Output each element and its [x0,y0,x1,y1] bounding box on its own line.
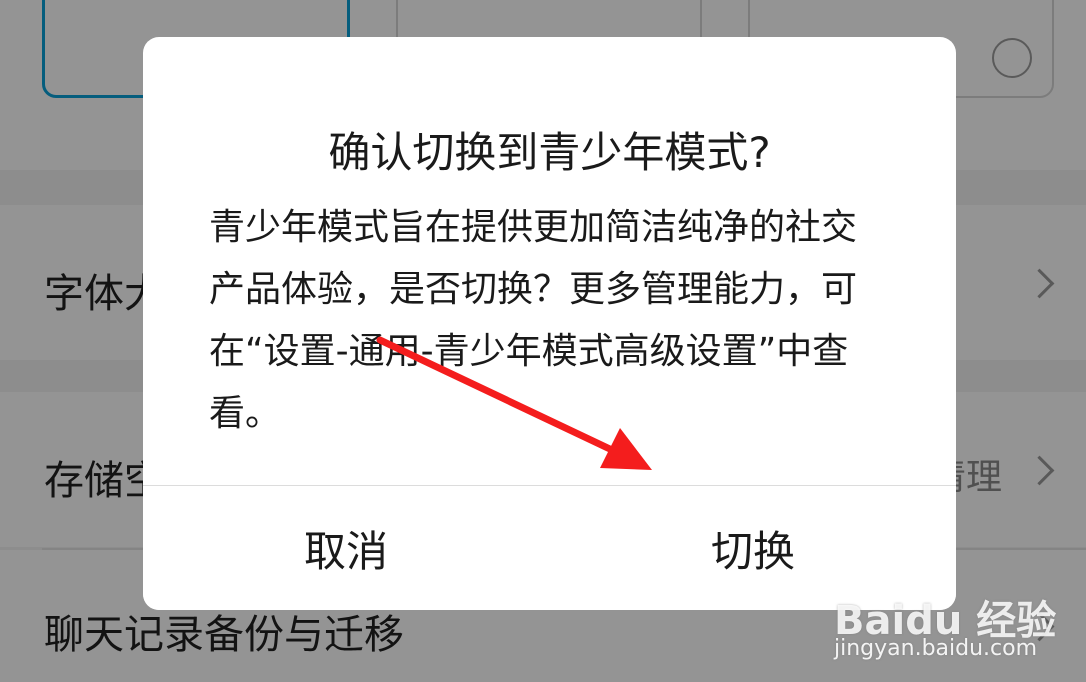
confirm-dialog: 确认切换到青少年模式? 青少年模式旨在提供更加简洁纯净的社交产品体验，是否切换？… [143,37,956,610]
baidu-watermark: Baidu 经验 jingyan.baidu.com [834,560,1074,670]
cancel-button[interactable]: 取消 [143,486,549,610]
dialog-message: 青少年模式旨在提供更加简洁纯净的社交产品体验，是否切换？更多管理能力，可在“设置… [209,207,858,434]
dialog-title: 确认切换到青少年模式? [328,128,771,177]
watermark-url: jingyan.baidu.com [834,636,1038,661]
